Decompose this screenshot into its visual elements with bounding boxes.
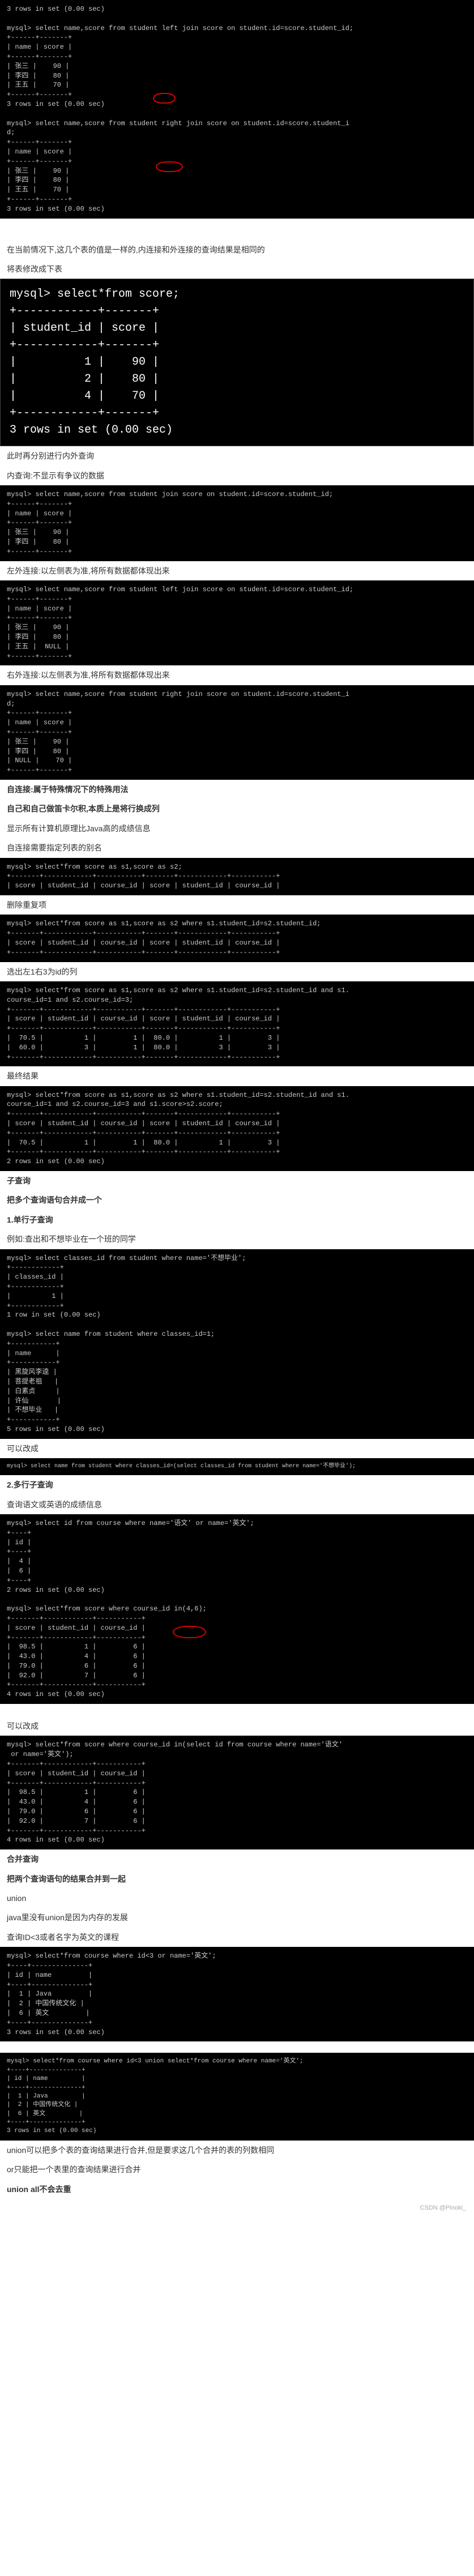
text-same-result: 在当前情况下,这几个表的值是一样的,内连接和外连接的查询结果是相同的	[0, 240, 474, 259]
terminal-score-table: mysql> select*from score; +------------+…	[0, 279, 474, 446]
terminal-union-2: mysql> select*from course where id<3 uni…	[0, 2053, 474, 2141]
text-self-join-example: 显示所有计算机原理比Java高的成绩信息	[0, 819, 474, 838]
text-self-join-desc: 自己和自己做笛卡尔积,本质上是将行换成列	[0, 799, 474, 818]
text-union-desc: 把两个查询语句的结果合并到一起	[0, 1869, 474, 1889]
text-union-all: union all不会去重	[0, 2180, 474, 2199]
text-union-heading: 合并查询	[0, 1849, 474, 1869]
text-can-change-2: 可以改成	[0, 1716, 474, 1736]
text-union: union	[0, 1889, 474, 1908]
text-subquery-heading: 子查询	[0, 1171, 474, 1190]
text-multi-row-desc: 查询语文或英语的成绩信息	[0, 1495, 474, 1514]
text-single-row: 1.单行子查询	[0, 1210, 474, 1229]
terminal-left-join: mysql> select name,score from student le…	[0, 580, 474, 665]
text-union-note-1: union可以把多个表的查询结果进行合并,但是要求这几个合并的表的列数相同	[0, 2141, 474, 2160]
text-union-example: 查询ID<3或者名字为英文的课程	[0, 1928, 474, 1947]
terminal-union-1: mysql> select*from course where id<3 or …	[0, 1947, 474, 2041]
text-multi-row: 2.多行子查询	[0, 1475, 474, 1494]
text-can-change-1: 可以改成	[0, 1439, 474, 1458]
terminal-self-join-2: mysql> select*from score as s1,score as …	[0, 915, 474, 962]
terminal-join-demo: 3 rows in set (0.00 sec) mysql> select n…	[0, 0, 474, 219]
text-alias-note: 自连接需要指定列表的别名	[0, 838, 474, 857]
text-self-join-heading: 自连接:属于特殊情况下的特殊用法	[0, 780, 474, 799]
text-filter-cols: 选出左1右3为id的列	[0, 962, 474, 981]
text-dedup: 删除重复项	[0, 895, 474, 915]
text-requery: 此时再分别进行内外查询	[0, 446, 474, 465]
terminal-multirow-2: mysql> select*from score where course_id…	[0, 1736, 474, 1849]
terminal-subquery-2: mysql> select name from student where cl…	[0, 1458, 474, 1475]
terminal-multirow-1: mysql> select id from course where name=…	[0, 1514, 474, 1704]
text-final-result: 最终结果	[0, 1066, 474, 1086]
text-left-join: 左外连接:以左侧表为准,将所有数据都体现出来	[0, 561, 474, 580]
terminal-right-join: mysql> select name,score from student ri…	[0, 685, 474, 780]
text-modify-table: 将表修改成下表	[0, 259, 474, 279]
terminal-self-join-3: mysql> select*from score as s1,score as …	[0, 981, 474, 1066]
text-single-row-example: 例如:查出和不想毕业在一个班的同学	[0, 1229, 474, 1249]
terminal-self-join-1: mysql> select*from score as s1,score as …	[0, 858, 474, 895]
text-union-note-2: or只能把一个表里的查询结果进行合并	[0, 2160, 474, 2179]
text-inner-join: 内查询:不显示有争议的数据	[0, 466, 474, 485]
terminal-inner-join: mysql> select name,score from student jo…	[0, 485, 474, 561]
footer-credit: CSDN @Pinoki_	[0, 2199, 474, 2217]
terminal-subquery-1: mysql> select classes_id from student wh…	[0, 1249, 474, 1439]
text-subquery-desc: 把多个查询语句合并成一个	[0, 1190, 474, 1210]
text-java-union: java里没有union是因为内存的发展	[0, 1908, 474, 1927]
text-right-join: 右外连接:以左侧表为准,将所有数据都体现出来	[0, 665, 474, 685]
terminal-self-join-4: mysql> select*from score as s1,score as …	[0, 1086, 474, 1171]
